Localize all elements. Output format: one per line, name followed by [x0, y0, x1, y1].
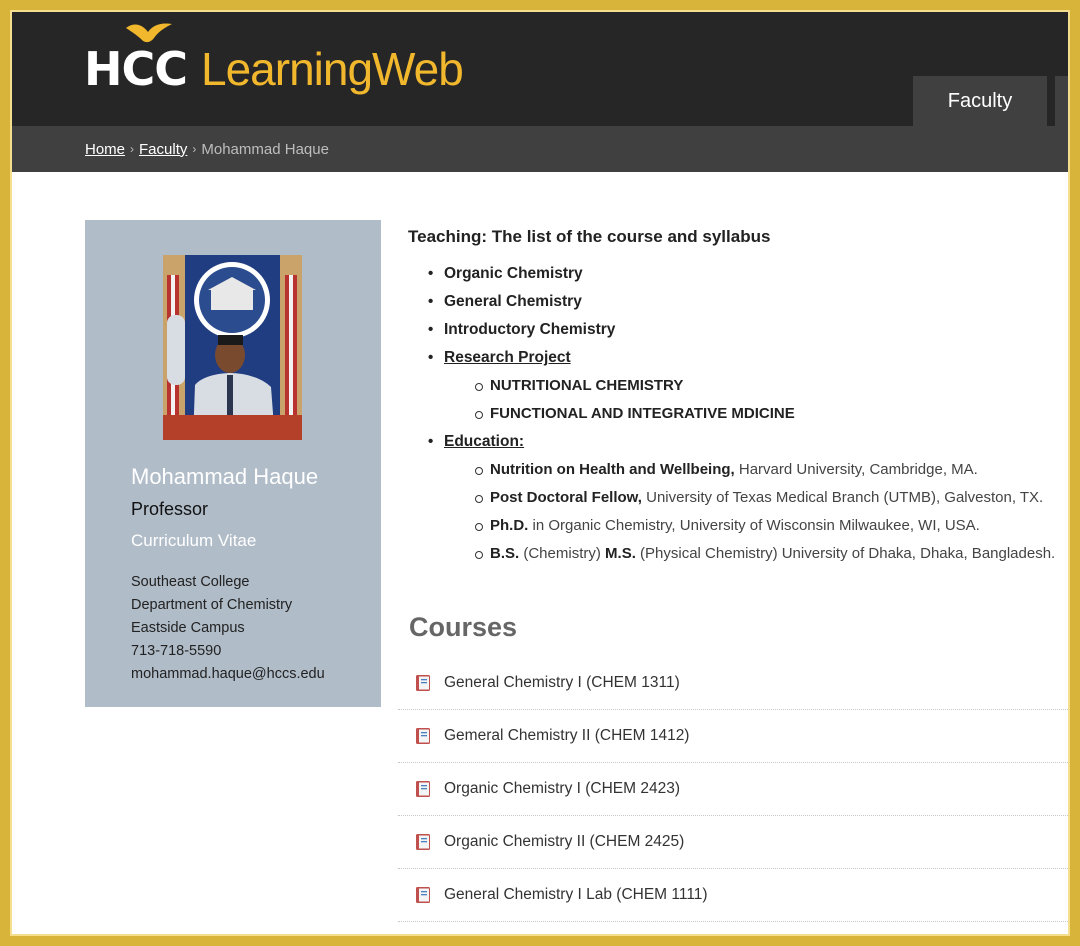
- breadcrumb-separator: ›: [130, 142, 135, 156]
- list-item-label: Introductory Chemistry: [444, 321, 616, 338]
- course-link[interactable]: Organic Chemistry II (CHEM 2425): [398, 816, 1068, 869]
- course-link[interactable]: General Chemistry I (CHEM 1311): [398, 657, 1068, 710]
- list-item-label: NUTRITIONAL CHEMISTRY: [490, 377, 684, 394]
- profile-phone: 713-718-5590: [131, 643, 222, 659]
- list-item-label[interactable]: Research Project: [444, 349, 571, 366]
- course-title[interactable]: Organic Chemistry II (CHEM 2425): [444, 833, 684, 851]
- list-item-label: Organic Chemistry: [444, 265, 583, 282]
- teaching-heading: Teaching: The list of the course and syl…: [408, 227, 771, 246]
- list-item-label: FUNCTIONAL AND INTEGRATIVE MDICINE: [490, 405, 795, 422]
- list-item: Nutrition on Health and Wellbeing, Harva…: [408, 456, 1068, 484]
- degree-detail: Harvard University, Cambridge, MA.: [734, 461, 978, 478]
- profile-card: Mohammad Haque Professor Curriculum Vita…: [85, 220, 381, 707]
- page: HCC LearningWeb Faculty Home › Faculty ›…: [12, 12, 1068, 934]
- list-item: Post Doctoral Fellow, University of Texa…: [408, 484, 1068, 512]
- site-header: HCC LearningWeb Faculty: [12, 12, 1068, 126]
- list-item: FUNCTIONAL AND INTEGRATIVE MDICINE: [408, 400, 1068, 428]
- logo-hcc: HCC: [84, 42, 188, 96]
- course-title[interactable]: General Chemistry I (CHEM 1311): [444, 674, 680, 692]
- course-title[interactable]: Organic Chemistry I (CHEM 2423): [444, 780, 680, 798]
- education-section: Education:: [408, 428, 1068, 456]
- profile-college: Southeast College: [131, 574, 250, 590]
- book-icon: [416, 834, 430, 850]
- degree-detail: (Chemistry): [519, 545, 606, 562]
- education-list: Nutrition on Health and Wellbeing, Harva…: [408, 456, 1068, 568]
- research-project-link[interactable]: Research Project: [408, 344, 1068, 372]
- list-item: NUTRITIONAL CHEMISTRY: [408, 372, 1068, 400]
- breadcrumb-faculty[interactable]: Faculty: [139, 141, 187, 158]
- curriculum-vitae-link[interactable]: Curriculum Vitae: [131, 531, 256, 551]
- teaching-list: Organic Chemistry General Chemistry Intr…: [408, 260, 1068, 372]
- logo-learningweb: LearningWeb: [201, 43, 464, 95]
- list-item: General Chemistry: [408, 288, 1068, 316]
- course-link[interactable]: Gemeral Chemistry II (CHEM 1412): [398, 710, 1068, 763]
- nav-tab-next[interactable]: [1055, 76, 1068, 126]
- course-title[interactable]: Gemeral Chemistry II (CHEM 1412): [444, 727, 689, 745]
- profile-name: Mohammad Haque: [131, 464, 319, 489]
- profile-email[interactable]: mohammad.haque@hccs.edu: [131, 663, 325, 686]
- breadcrumb-home[interactable]: Home: [85, 141, 125, 158]
- education-link[interactable]: Education:: [408, 428, 1068, 456]
- degree-detail: (Physical Chemistry) University of Dhaka…: [635, 545, 1056, 562]
- profile-campus: Eastside Campus: [131, 620, 245, 636]
- list-item: Ph.D. in Organic Chemistry, University o…: [408, 512, 1068, 540]
- book-icon: [416, 728, 430, 744]
- course-link[interactable]: Organic Chemistry I (CHEM 2423): [398, 763, 1068, 816]
- degree-detail: in Organic Chemistry, University of Wisc…: [528, 517, 980, 534]
- profile-contact: Southeast College Department of Chemistr…: [131, 571, 325, 686]
- breadcrumb-separator: ›: [192, 142, 197, 156]
- list-item-label: General Chemistry: [444, 293, 582, 310]
- site-logo[interactable]: HCC LearningWeb: [84, 23, 464, 96]
- main-content: Teaching: The list of the course and syl…: [408, 222, 1068, 568]
- course-title[interactable]: General Chemistry I Lab (CHEM 1111): [444, 886, 708, 904]
- book-icon: [416, 675, 430, 691]
- degree-label: B.S.: [490, 545, 520, 562]
- course-list: General Chemistry I (CHEM 1311) Gemeral …: [398, 657, 1068, 922]
- course-link[interactable]: General Chemistry I Lab (CHEM 1111): [398, 869, 1068, 922]
- eagle-logo-icon: [126, 23, 172, 43]
- degree-label: Nutrition on Health and Wellbeing,: [490, 461, 735, 478]
- degree-label: Ph.D.: [490, 517, 529, 534]
- degree-detail: University of Texas Medical Branch (UTMB…: [641, 489, 1044, 506]
- degree-label: M.S.: [605, 545, 636, 562]
- profile-photo: [163, 255, 302, 440]
- degree-label: Post Doctoral Fellow,: [490, 489, 642, 506]
- book-icon: [416, 887, 430, 903]
- list-item: Introductory Chemistry: [408, 316, 1068, 344]
- list-item-label[interactable]: Education:: [444, 433, 524, 450]
- breadcrumb: Home › Faculty › Mohammad Haque: [12, 126, 1068, 172]
- gold-frame: HCC LearningWeb Faculty Home › Faculty ›…: [0, 0, 1080, 946]
- list-item: B.S. (Chemistry) M.S. (Physical Chemistr…: [408, 540, 1068, 568]
- research-list: NUTRITIONAL CHEMISTRY FUNCTIONAL AND INT…: [408, 372, 1068, 428]
- nav-tab-faculty[interactable]: Faculty: [913, 76, 1047, 126]
- profile-title: Professor: [131, 499, 209, 519]
- courses-heading: Courses: [409, 612, 518, 642]
- book-icon: [416, 781, 430, 797]
- breadcrumb-current: Mohammad Haque: [201, 140, 329, 158]
- list-item: Organic Chemistry: [408, 260, 1068, 288]
- profile-department: Department of Chemistry: [131, 597, 293, 613]
